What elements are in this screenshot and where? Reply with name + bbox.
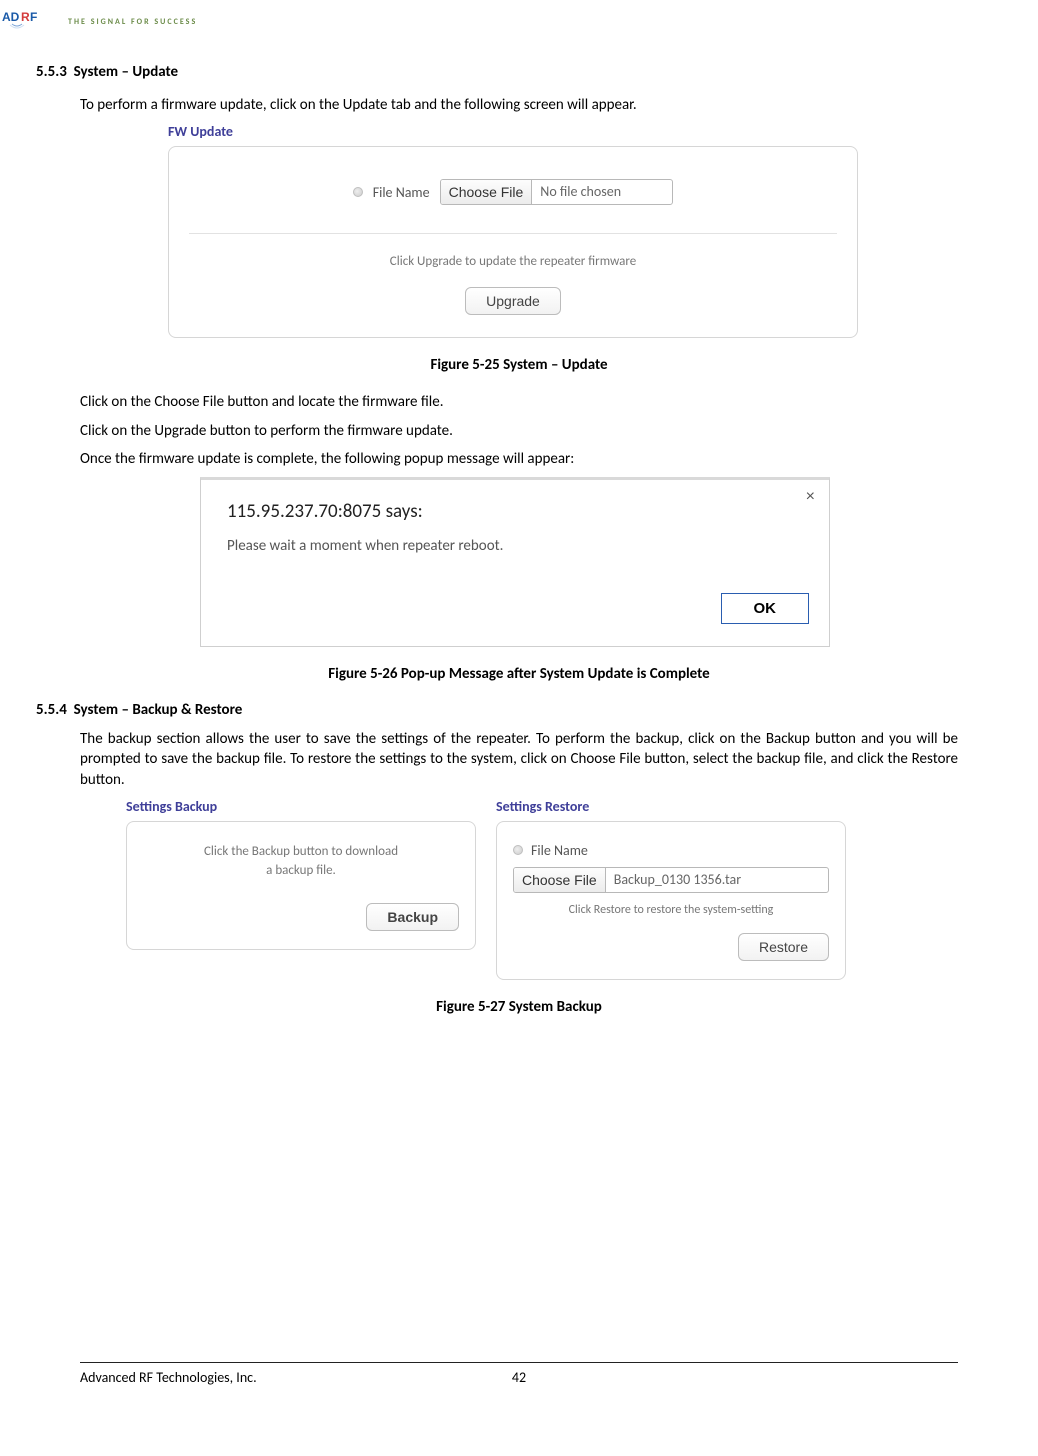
restore-file-input[interactable]: Choose File Backup_0130 1356.tar	[513, 867, 829, 893]
backup-button[interactable]: Backup	[366, 903, 459, 931]
figure-5-27-caption: Figure 5-27 System Backup	[80, 998, 958, 1016]
restore-file-label-row: File Name	[513, 842, 829, 859]
instr-2: Click on the Upgrade button to perform t…	[80, 421, 958, 441]
divider	[189, 233, 837, 234]
restore-title: Settings Restore	[496, 798, 846, 815]
bullet-icon	[513, 845, 523, 855]
backup-column: Settings Backup Click the Backup button …	[126, 798, 476, 980]
alert-dialog: × 115.95.237.70:8075 says: Please wait a…	[200, 477, 830, 647]
restore-file-label: File Name	[531, 842, 588, 859]
restore-choose-file-button[interactable]: Choose File	[514, 868, 606, 892]
restore-panel: File Name Choose File Backup_0130 1356.t…	[496, 821, 846, 980]
restore-hint: Click Restore to restore the system-sett…	[513, 903, 829, 917]
page-header: AD R F THE SIGNAL FOR SUCCESS	[0, 0, 1038, 37]
backup-title: Settings Backup	[126, 798, 476, 815]
restore-column: Settings Restore File Name Choose File B…	[496, 798, 846, 980]
page-footer: Advanced RF Technologies, Inc. 42	[80, 1362, 958, 1386]
close-icon[interactable]: ×	[806, 488, 815, 506]
footer-page-number: 42	[512, 1369, 526, 1386]
restore-chosen-file: Backup_0130 1356.tar	[606, 868, 828, 892]
ok-button[interactable]: OK	[721, 593, 810, 624]
svg-text:R: R	[21, 10, 30, 24]
backup-hint: Click the Backup button to download a ba…	[143, 842, 459, 881]
logo-tagline: THE SIGNAL FOR SUCCESS	[68, 17, 197, 27]
figure-5-26-caption: Figure 5-26 Pop-up Message after System …	[80, 665, 958, 683]
section-heading-553: 5.5.3 System – Update	[36, 63, 958, 81]
intro-553: To perform a firmware update, click on t…	[80, 95, 958, 115]
backup-restore-figure: Settings Backup Click the Backup button …	[126, 798, 958, 980]
file-input[interactable]: Choose File No file chosen	[440, 179, 674, 205]
file-row: File Name Choose File No file chosen	[189, 179, 837, 205]
body-554: The backup section allows the user to sa…	[80, 729, 958, 790]
figure-5-25-caption: Figure 5-25 System – Update	[80, 356, 958, 374]
popup-figure: × 115.95.237.70:8075 says: Please wait a…	[200, 477, 830, 647]
instr-3: Once the firmware update is complete, th…	[80, 449, 958, 469]
svg-text:F: F	[30, 10, 37, 24]
adrf-logo: AD R F	[2, 6, 62, 37]
upgrade-hint: Click Upgrade to update the repeater fir…	[189, 254, 837, 269]
file-name-label: File Name	[373, 184, 430, 201]
fw-update-title: FW Update	[168, 123, 858, 140]
section-heading-554: 5.5.4 System – Backup & Restore	[36, 701, 958, 719]
chosen-file-text: No file chosen	[532, 180, 672, 204]
upgrade-button[interactable]: Upgrade	[465, 287, 561, 315]
backup-panel: Click the Backup button to download a ba…	[126, 821, 476, 950]
popup-address: 115.95.237.70:8075 says:	[227, 500, 809, 523]
fw-update-figure: FW Update File Name Choose File No file …	[168, 123, 858, 338]
bullet-icon	[353, 187, 363, 197]
fw-update-panel: File Name Choose File No file chosen Cli…	[168, 146, 858, 338]
popup-message: Please wait a moment when repeater reboo…	[227, 537, 809, 555]
choose-file-button[interactable]: Choose File	[441, 180, 533, 204]
restore-button[interactable]: Restore	[738, 933, 829, 961]
svg-text:AD: AD	[2, 10, 20, 24]
instr-1: Click on the Choose File button and loca…	[80, 392, 958, 412]
